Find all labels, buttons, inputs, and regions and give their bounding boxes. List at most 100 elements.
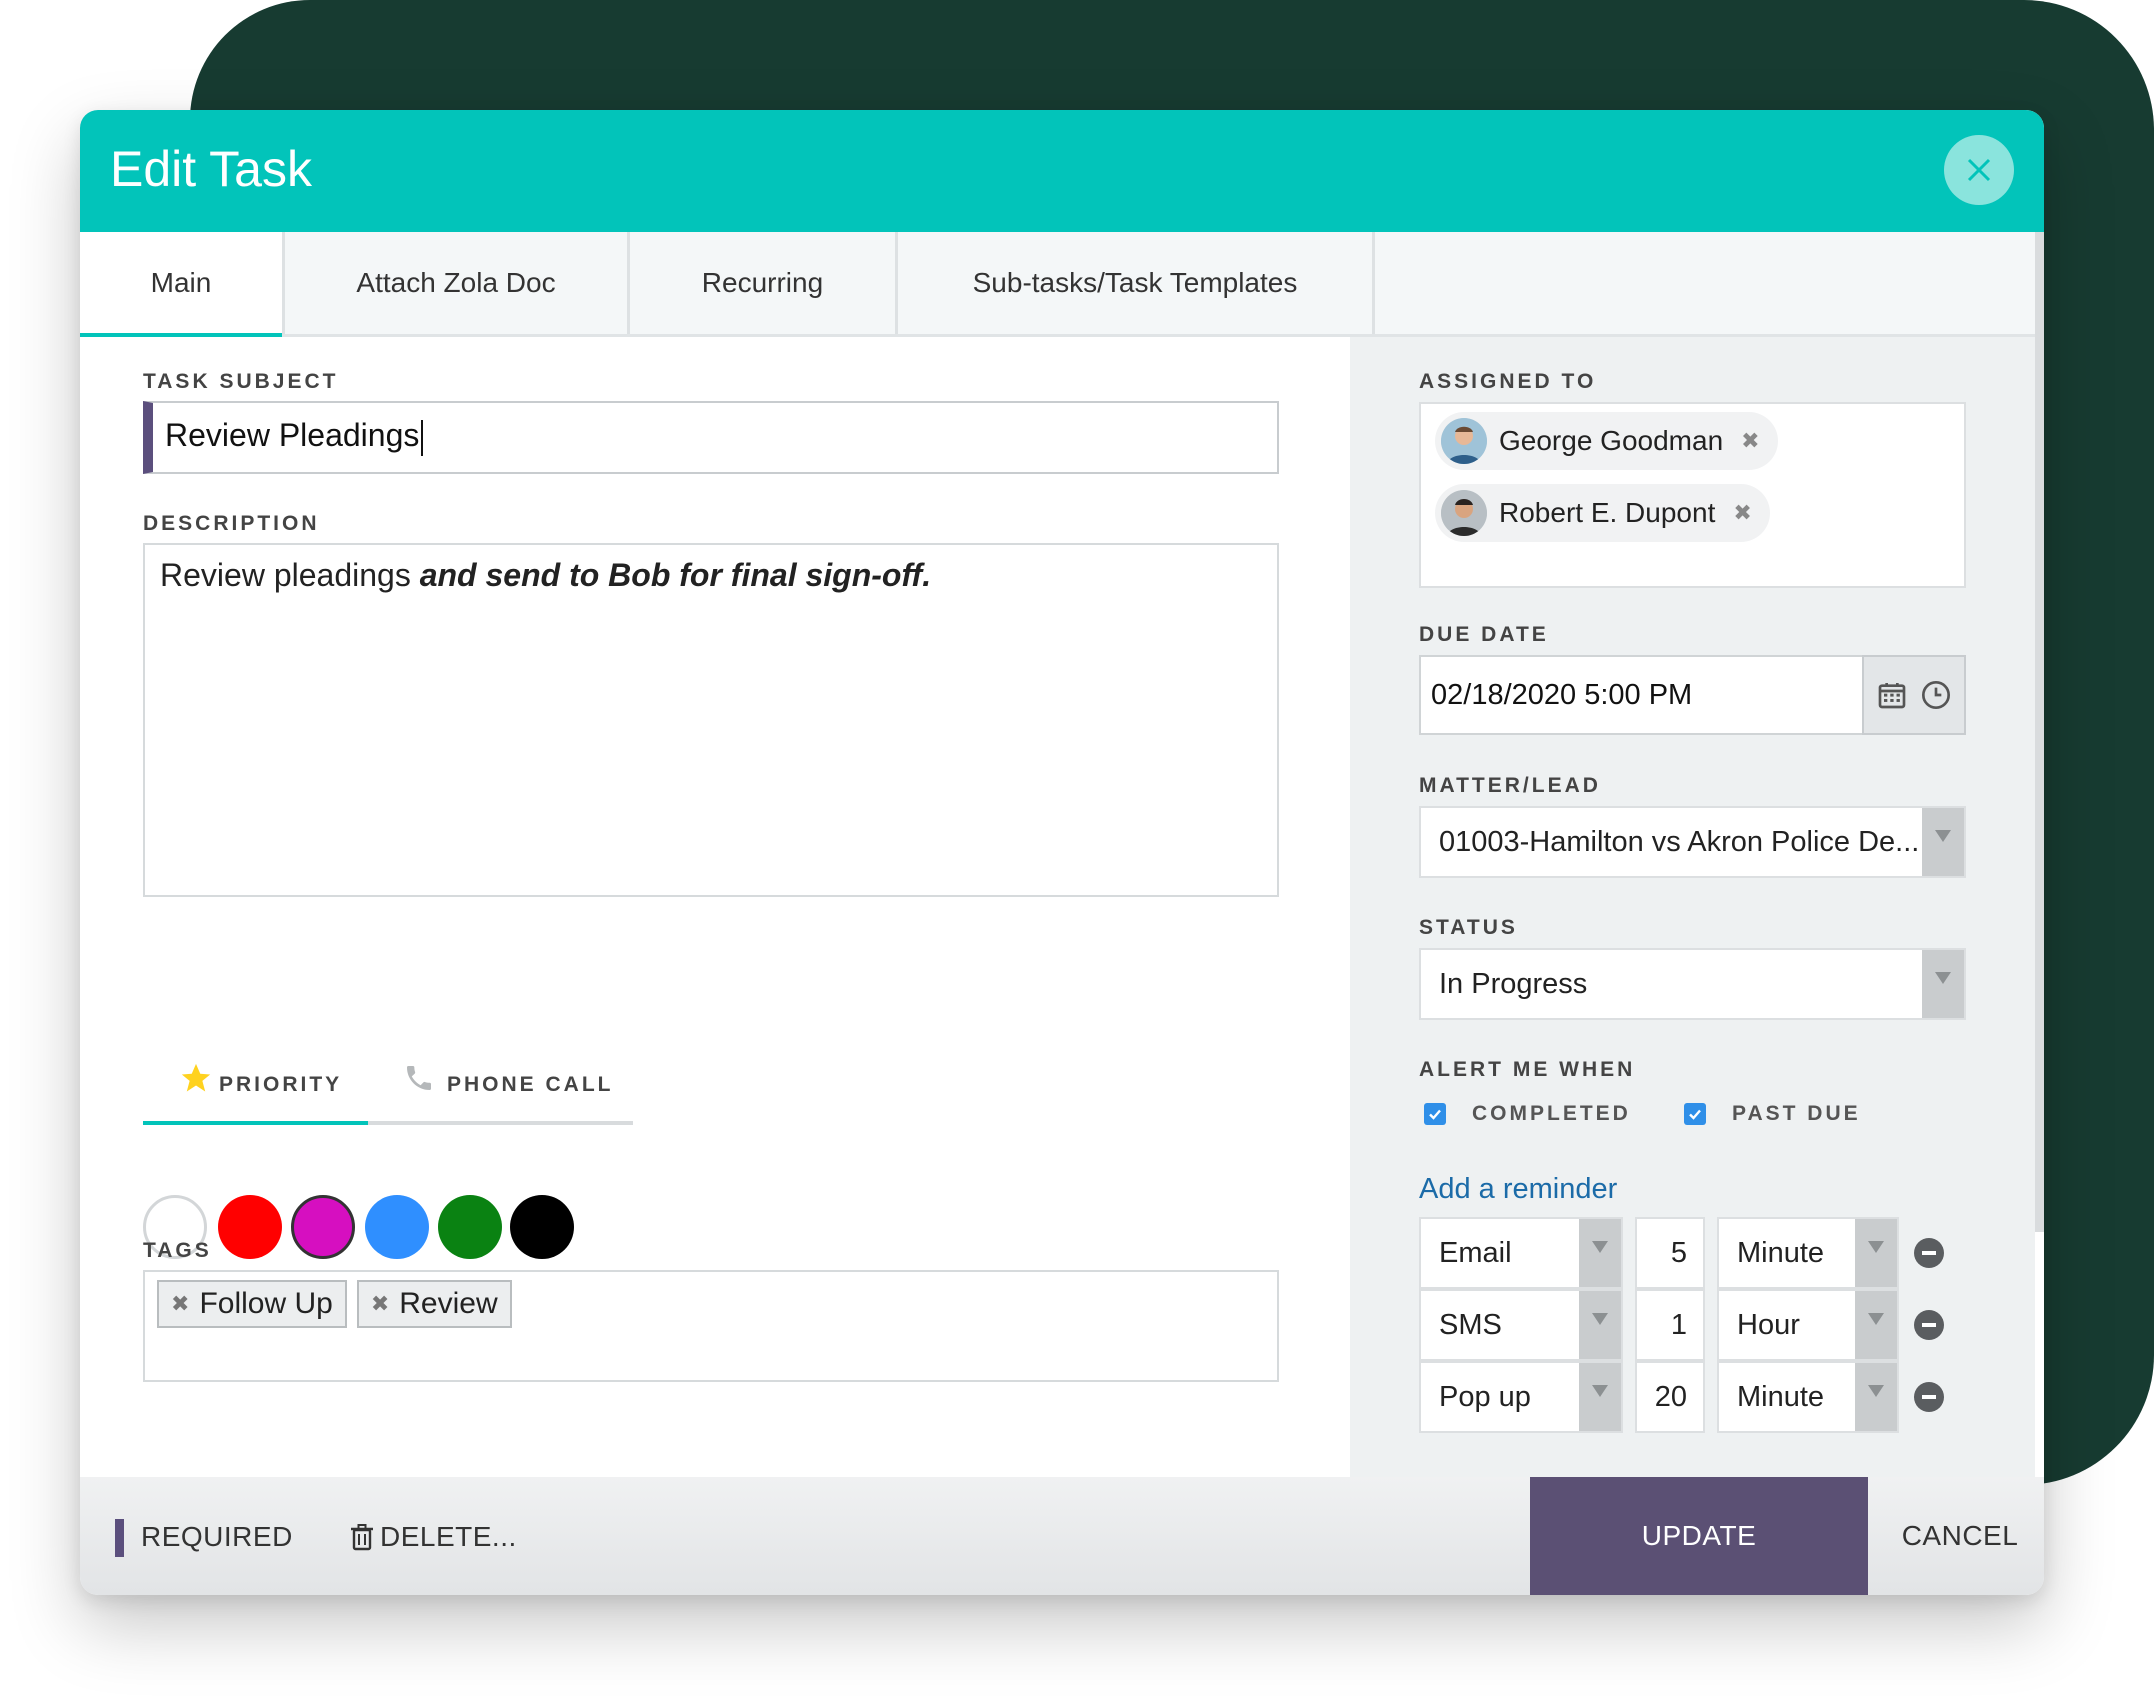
dialog-footer: REQUIRED DELETE... UPDATE CANCEL [80,1477,2044,1595]
reminder-unit-value: Minute [1737,1380,1825,1413]
reminder-amount-input[interactable]: 20 [1635,1361,1705,1433]
description-bold-italic-text: and send to Bob for final sign-off. [419,557,932,593]
color-swatch-black[interactable] [510,1195,574,1259]
phone-call-tab-label: PHONE CALL [447,1073,614,1096]
star-icon [181,1063,211,1092]
reminder-unit-value: Hour [1737,1308,1800,1341]
status-select[interactable]: In Progress [1419,948,1966,1020]
cancel-button[interactable]: CANCEL [1890,1477,2030,1595]
status-value: In Progress [1439,967,1588,1000]
reminder-method-value: Email [1439,1236,1512,1269]
reminder-method-select[interactable]: SMS [1419,1289,1623,1361]
tag-label: Follow Up [199,1287,333,1320]
trash-icon [351,1524,373,1551]
tags-label: TAGS [143,1239,212,1262]
required-indicator [115,1519,124,1557]
chevron-down-icon [1935,972,1951,984]
task-subject-value: Review Pleadings [165,417,420,453]
alert-completed-option[interactable]: COMPLETED [1424,1102,1631,1126]
phone-call-tab[interactable]: PHONE CALL [403,1045,614,1125]
delete-button-label: DELETE... [380,1521,517,1552]
remove-tag-icon[interactable]: ✖ [171,1291,189,1317]
tab-recurring[interactable]: Recurring [630,232,898,334]
reminder-unit-dropdown-toggle[interactable] [1855,1219,1897,1287]
matter-lead-dropdown-toggle[interactable] [1922,808,1964,876]
alert-past-due-option[interactable]: PAST DUE [1684,1102,1861,1126]
remove-reminder-icon[interactable] [1914,1382,1944,1412]
chevron-down-icon [1592,1385,1608,1397]
reminder-unit-select[interactable]: Minute [1717,1217,1899,1289]
required-legend: REQUIRED [141,1521,293,1552]
tab-attach-zola-doc[interactable]: Attach Zola Doc [285,232,630,334]
color-swatch-magenta[interactable] [291,1195,355,1259]
reminder-method-select[interactable]: Pop up [1419,1361,1623,1433]
completed-checkbox[interactable] [1424,1103,1446,1125]
past-due-label: PAST DUE [1732,1102,1861,1125]
chevron-down-icon [1868,1385,1884,1397]
description-label: DESCRIPTION [143,512,320,535]
due-date-label: DUE DATE [1419,623,1549,646]
text-caret [421,419,424,456]
assignee-chip: Robert E. Dupont ✖ [1435,484,1770,542]
tags-input[interactable]: ✖ Follow Up ✖ Review [143,1270,1279,1382]
avatar [1441,418,1487,464]
calendar-icon[interactable] [1876,679,1908,711]
description-editor[interactable]: Review pleadings and send to Bob for fin… [143,543,1279,897]
remove-assignee-icon[interactable]: ✖ [1733,500,1751,526]
matter-lead-label: MATTER/LEAD [1419,774,1601,797]
status-label: STATUS [1419,916,1518,939]
scrollbar[interactable] [2035,232,2044,1232]
tag-chip: ✖ Review [356,1280,512,1328]
tab-subtasks-templates[interactable]: Sub-tasks/Task Templates [898,232,1375,334]
reminder-amount-input[interactable]: 5 [1635,1217,1705,1289]
task-subject-input[interactable]: Review Pleadings [143,401,1279,474]
reminder-method-value: Pop up [1439,1380,1531,1413]
chevron-down-icon [1868,1241,1884,1253]
remove-tag-icon[interactable]: ✖ [371,1291,389,1317]
update-button[interactable]: UPDATE [1530,1477,1868,1595]
tab-main[interactable]: Main [80,232,285,337]
status-dropdown-toggle[interactable] [1922,950,1964,1018]
reminder-amount-input[interactable]: 1 [1635,1289,1705,1361]
checkmark-icon [1689,1109,1701,1120]
chevron-down-icon [1592,1241,1608,1253]
reminder-method-dropdown-toggle[interactable] [1579,1219,1621,1287]
reminder-unit-select[interactable]: Minute [1717,1361,1899,1433]
remove-reminder-icon[interactable] [1914,1310,1944,1340]
remove-assignee-icon[interactable]: ✖ [1741,428,1759,454]
priority-tab-indicator [143,1121,368,1125]
color-swatch-red[interactable] [218,1195,282,1259]
remove-reminder-icon[interactable] [1914,1238,1944,1268]
close-button[interactable] [1944,135,2014,205]
reminder-unit-value: Minute [1737,1236,1825,1269]
matter-lead-value: 01003-Hamilton vs Akron Police De... [1439,825,1920,858]
tag-chip: ✖ Follow Up [157,1280,347,1328]
delete-button[interactable]: DELETE... [350,1521,517,1553]
color-swatch-green[interactable] [438,1195,502,1259]
reminder-method-dropdown-toggle[interactable] [1579,1363,1621,1431]
priority-tab[interactable]: PRIORITY [179,1045,342,1125]
assigned-to-input[interactable]: George Goodman ✖ Robert E. Dupont ✖ [1419,402,1966,588]
reminder-unit-select[interactable]: Hour [1717,1289,1899,1361]
assignee-chip: George Goodman ✖ [1435,412,1778,470]
chevron-down-icon [1935,830,1951,842]
checkmark-icon [1429,1109,1441,1120]
add-reminder-link[interactable]: Add a reminder [1419,1173,1617,1206]
reminder-unit-dropdown-toggle[interactable] [1855,1291,1897,1359]
past-due-checkbox[interactable] [1684,1103,1706,1125]
avatar [1441,490,1487,536]
phone-icon [407,1066,431,1090]
matter-lead-select[interactable]: 01003-Hamilton vs Akron Police De... [1419,806,1966,878]
due-date-pickers [1862,655,1966,735]
clock-icon[interactable] [1920,679,1952,711]
priority-tab-label: PRIORITY [219,1073,343,1096]
task-subject-label: TASK SUBJECT [143,370,339,393]
reminder-unit-dropdown-toggle[interactable] [1855,1363,1897,1431]
color-swatch-blue[interactable] [365,1195,429,1259]
dialog-tabs: Main Attach Zola Doc Recurring Sub-tasks… [80,232,2035,337]
description-plain-text: Review pleadings [160,557,420,593]
reminder-method-dropdown-toggle[interactable] [1579,1291,1621,1359]
reminder-method-select[interactable]: Email [1419,1217,1623,1289]
assigned-to-label: ASSIGNED TO [1419,370,1597,393]
due-date-input[interactable]: 02/18/2020 5:00 PM [1419,655,1862,735]
